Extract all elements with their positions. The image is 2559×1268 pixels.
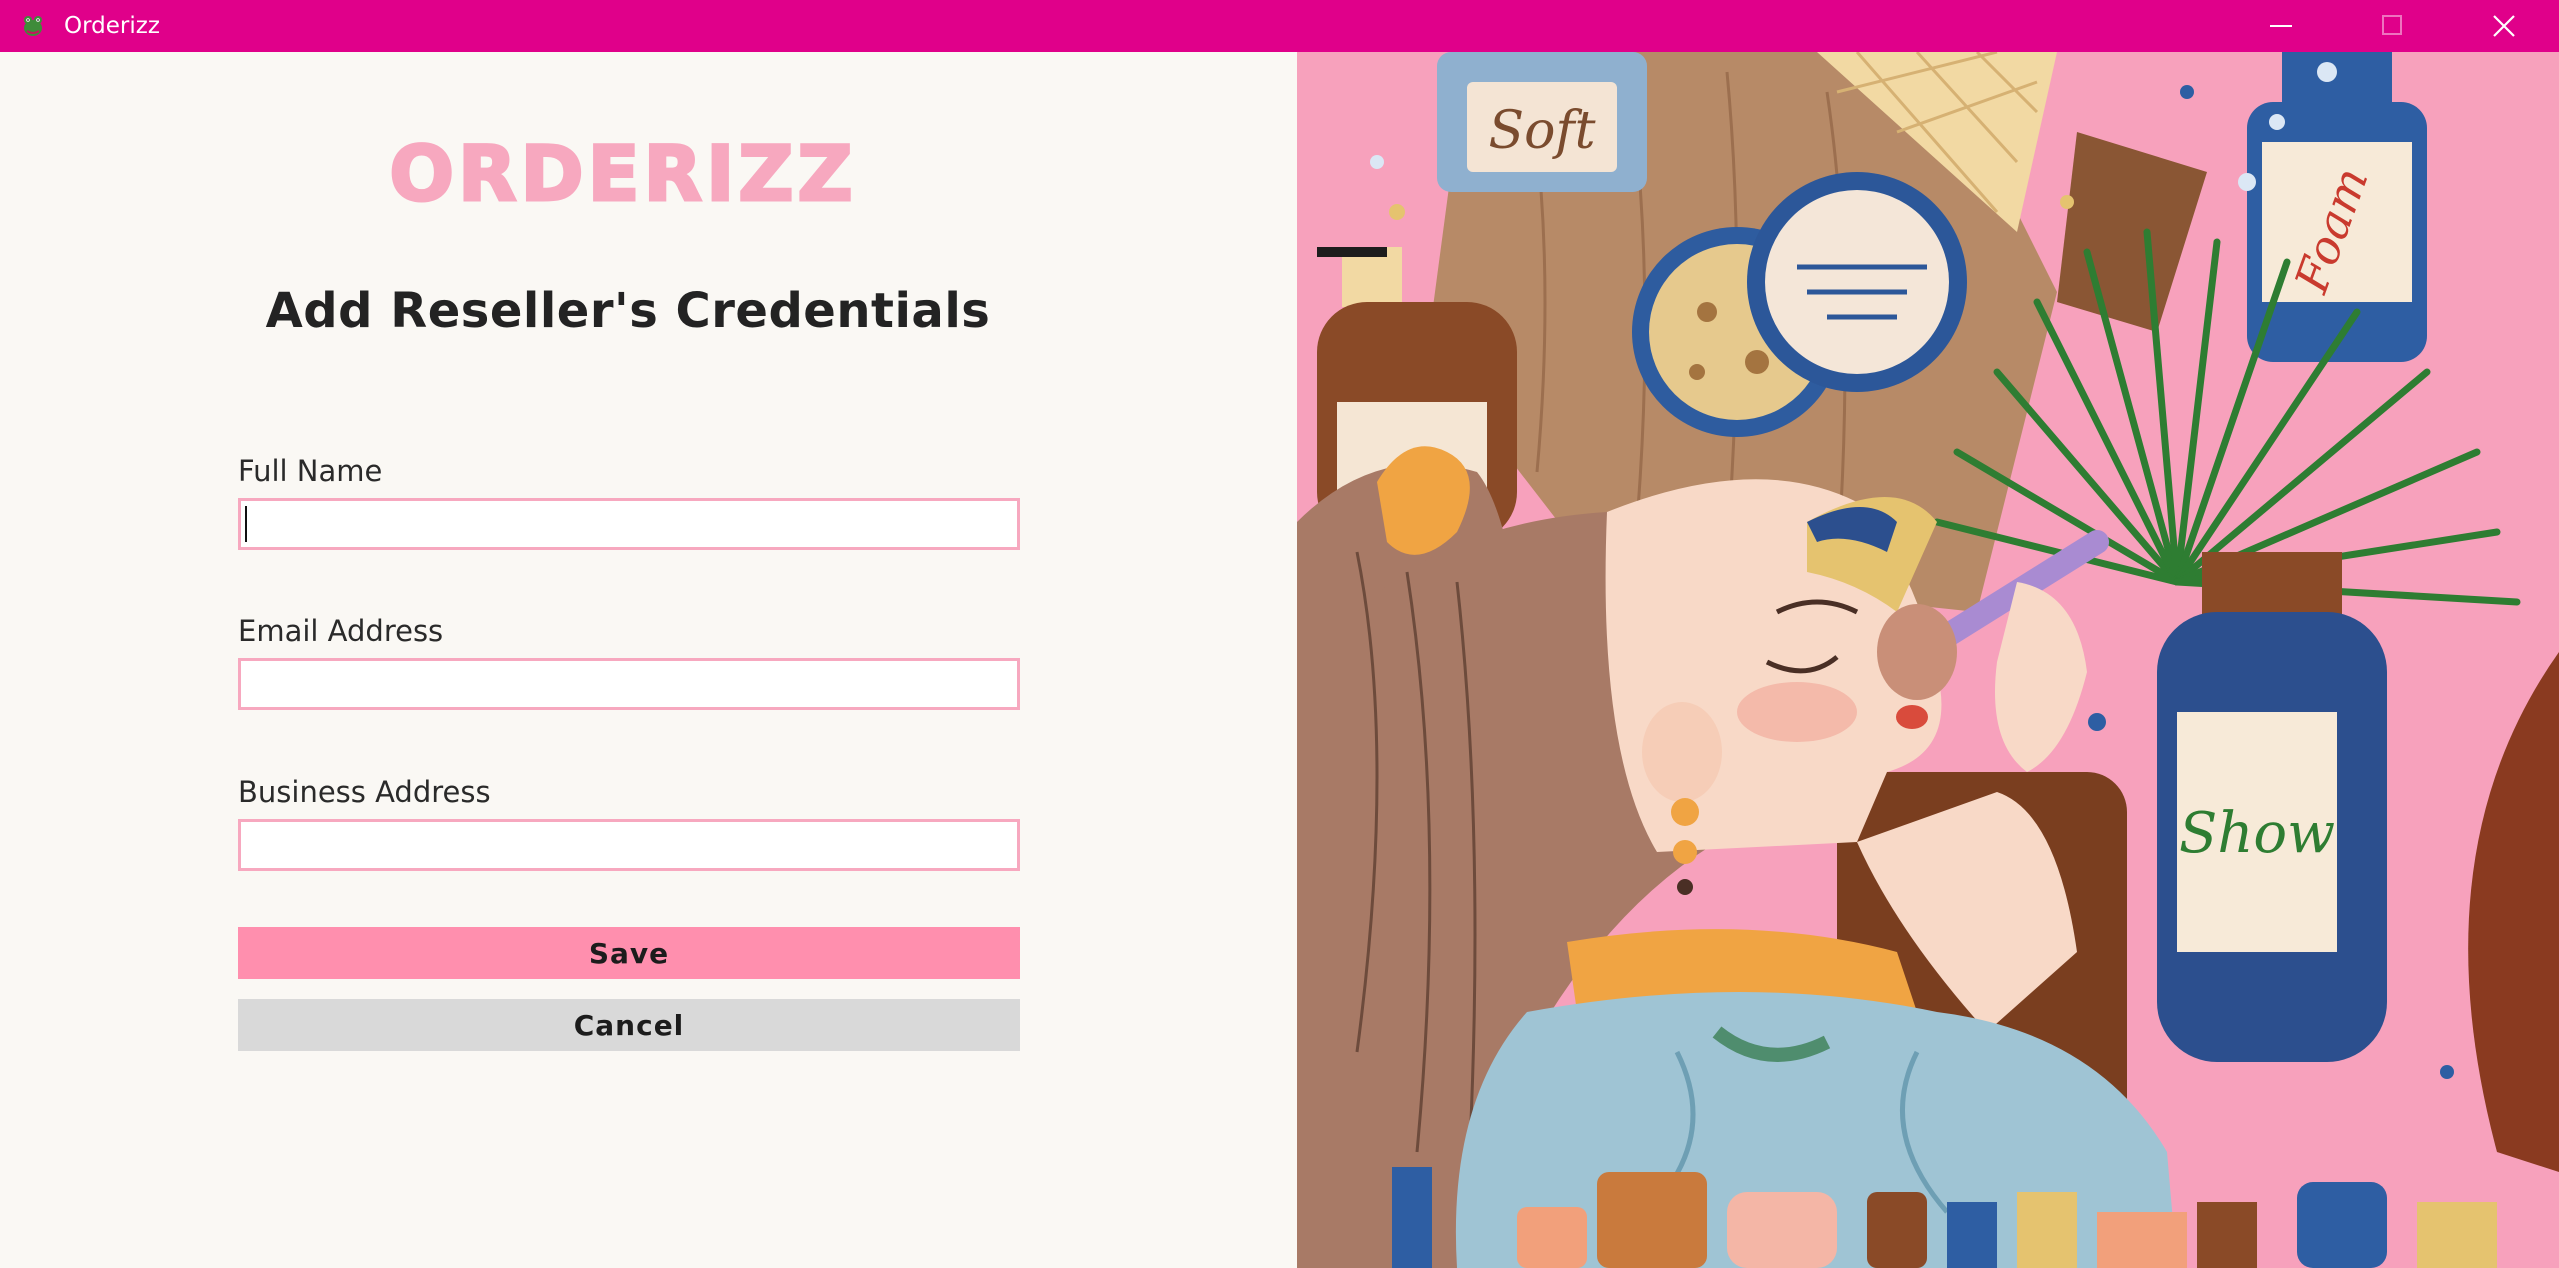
app-icon [24,16,42,36]
cancel-button[interactable]: Cancel [238,999,1020,1051]
show-label: Show [2179,801,2335,866]
close-icon [2493,15,2515,37]
minimize-icon [2270,25,2292,27]
full-name-input[interactable] [238,498,1020,550]
soft-label: Soft [1488,101,1595,161]
cosmetics-illustration: Soft Foam Show [1297,52,2559,1268]
maximize-button[interactable] [2336,0,2448,52]
orderizz-logo: ORDERIZZ [388,128,856,220]
close-button[interactable] [2448,0,2559,52]
window-title: Orderizz [64,13,160,39]
full-name-label: Full Name [238,454,383,488]
minimize-button[interactable] [2224,0,2336,52]
email-address-input[interactable] [238,658,1020,710]
form-title: Add Reseller's Credentials [265,283,991,339]
email-address-label: Email Address [238,614,444,648]
business-address-input[interactable] [238,819,1020,871]
logo-text: ORDERIZZ [389,129,856,218]
business-address-label: Business Address [238,775,491,809]
title-bar: Orderizz [0,0,2559,52]
maximize-icon [2382,15,2402,35]
save-button[interactable]: Save [238,927,1020,979]
text-caret [245,506,247,542]
